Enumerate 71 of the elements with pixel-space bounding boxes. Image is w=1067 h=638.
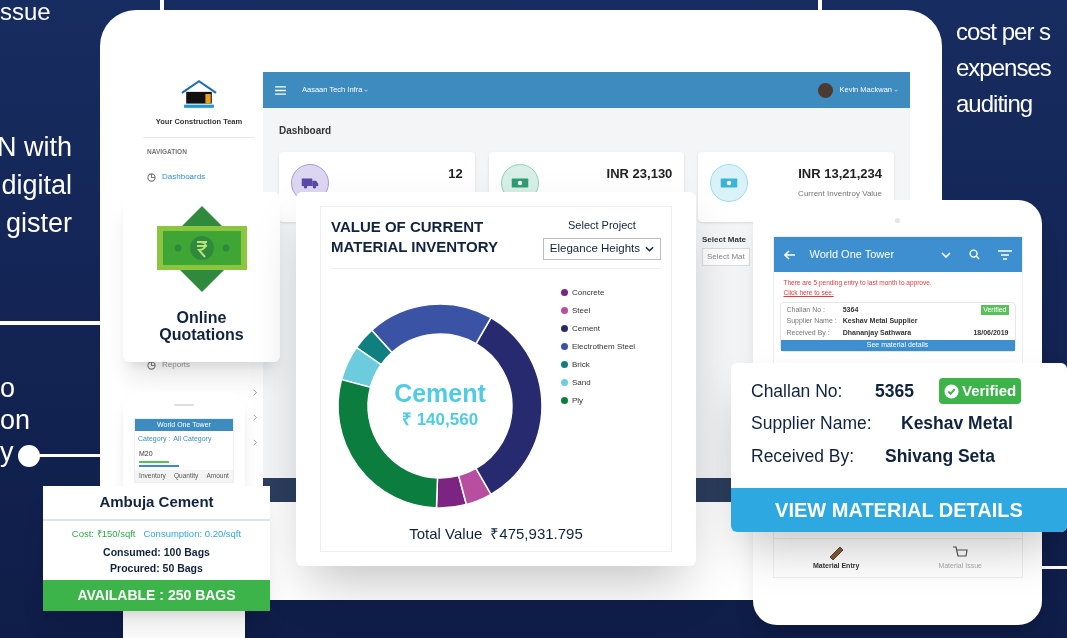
- check-badge-icon: [944, 383, 959, 399]
- cost-text: Cost: ₹150/sqft: [71, 526, 136, 541]
- view-details-button[interactable]: VIEW MATERIAL DETAILS: [731, 488, 1067, 532]
- banknote-icon: [510, 177, 529, 189]
- chevron-down-icon: [645, 245, 654, 252]
- select-label: Select Project: [568, 218, 636, 233]
- legend-label: Brick: [572, 358, 590, 371]
- user-avatar: [818, 82, 834, 98]
- donut-center-value: ₹ 140,560: [401, 408, 479, 431]
- nav-item[interactable]: Reports: [147, 359, 263, 371]
- legend-label: Ply: [572, 394, 584, 407]
- background-text: gister: [5, 207, 72, 240]
- total-value: ₹475,931.795: [490, 523, 583, 544]
- search-icon[interactable]: [968, 249, 980, 260]
- card-title: Online Quotations: [158, 309, 245, 343]
- stat-value: 12: [448, 165, 463, 183]
- material-title: Ambuja Cement: [43, 486, 270, 521]
- page-title: Dashboard: [279, 124, 333, 138]
- background-text: on: [0, 404, 31, 436]
- card-title: VALUE OF CURRENT MATERIAL INVENTORY: [331, 217, 499, 257]
- banknote-icon: [720, 177, 739, 189]
- chevron-down-icon: [364, 88, 369, 92]
- background-text: ssue: [0, 0, 51, 26]
- legend-label: Sand: [572, 376, 591, 389]
- background-text: o: [0, 372, 16, 404]
- materials-icon: [828, 544, 845, 561]
- select-label: Select Mate: [702, 234, 748, 246]
- background-text: cost per s: [956, 17, 1051, 47]
- background-text: N with: [0, 131, 72, 164]
- legend-label: Steel: [572, 304, 591, 317]
- chevron-right-icon: [253, 439, 257, 446]
- field-value: Keshav Metal: [901, 412, 1013, 436]
- select-field[interactable]: Select Mat: [702, 248, 750, 266]
- back-arrow-icon[interactable]: [783, 249, 796, 260]
- filter-icon[interactable]: [997, 249, 1012, 260]
- tablet-title: World One Tower: [809, 247, 895, 263]
- stat-value: INR 13,21,234: [798, 165, 882, 183]
- legend-label: Cement: [572, 322, 600, 335]
- banknote-icon: [156, 204, 247, 294]
- chart-icon: [147, 360, 156, 370]
- stat-value: INR 23,130: [606, 165, 673, 183]
- legend-label: Electrothem Steel: [572, 340, 636, 353]
- background-text: y: [0, 436, 14, 468]
- procured-text: Procured: 50 Bags: [109, 560, 204, 576]
- background-text: digital: [1, 169, 72, 202]
- field-value: Shivang Seta: [885, 444, 995, 468]
- chevron-down-icon: [940, 251, 951, 258]
- field-label: Supplier Name:: [751, 412, 873, 436]
- background-text: auditing: [956, 89, 1033, 119]
- project-dropdown[interactable]: Elegance Heights: [542, 237, 661, 260]
- verified-badge: Verified: [939, 378, 1022, 405]
- field-label: Challan No:: [751, 380, 844, 403]
- menu-icon[interactable]: [275, 85, 286, 95]
- available-banner: AVAILABLE : 250 BAGS: [43, 580, 270, 611]
- nav-item[interactable]: Dashboards: [147, 171, 263, 183]
- field-value: 5365: [875, 380, 915, 403]
- consumed-text: Consumed: 100 Bags: [102, 544, 211, 560]
- total-label: Total Value: [409, 523, 483, 544]
- consumption-line: [139, 465, 179, 467]
- pie-chart-icon: [147, 172, 156, 182]
- consumption-text: Consumption: 0.20/sqft: [143, 526, 242, 541]
- truck-icon: [301, 177, 319, 189]
- stat-caption: Current Inventroy Value: [798, 187, 882, 200]
- chevron-down-icon: [894, 88, 898, 92]
- chevron-right-icon: [253, 389, 257, 396]
- donut-center-label: Cement: [394, 378, 486, 407]
- cost-line: [139, 461, 169, 463]
- field-label: Received By:: [751, 444, 856, 468]
- background-text: expenses: [956, 53, 1051, 83]
- chevron-right-icon: [253, 414, 257, 421]
- legend-label: Concrete: [572, 286, 605, 299]
